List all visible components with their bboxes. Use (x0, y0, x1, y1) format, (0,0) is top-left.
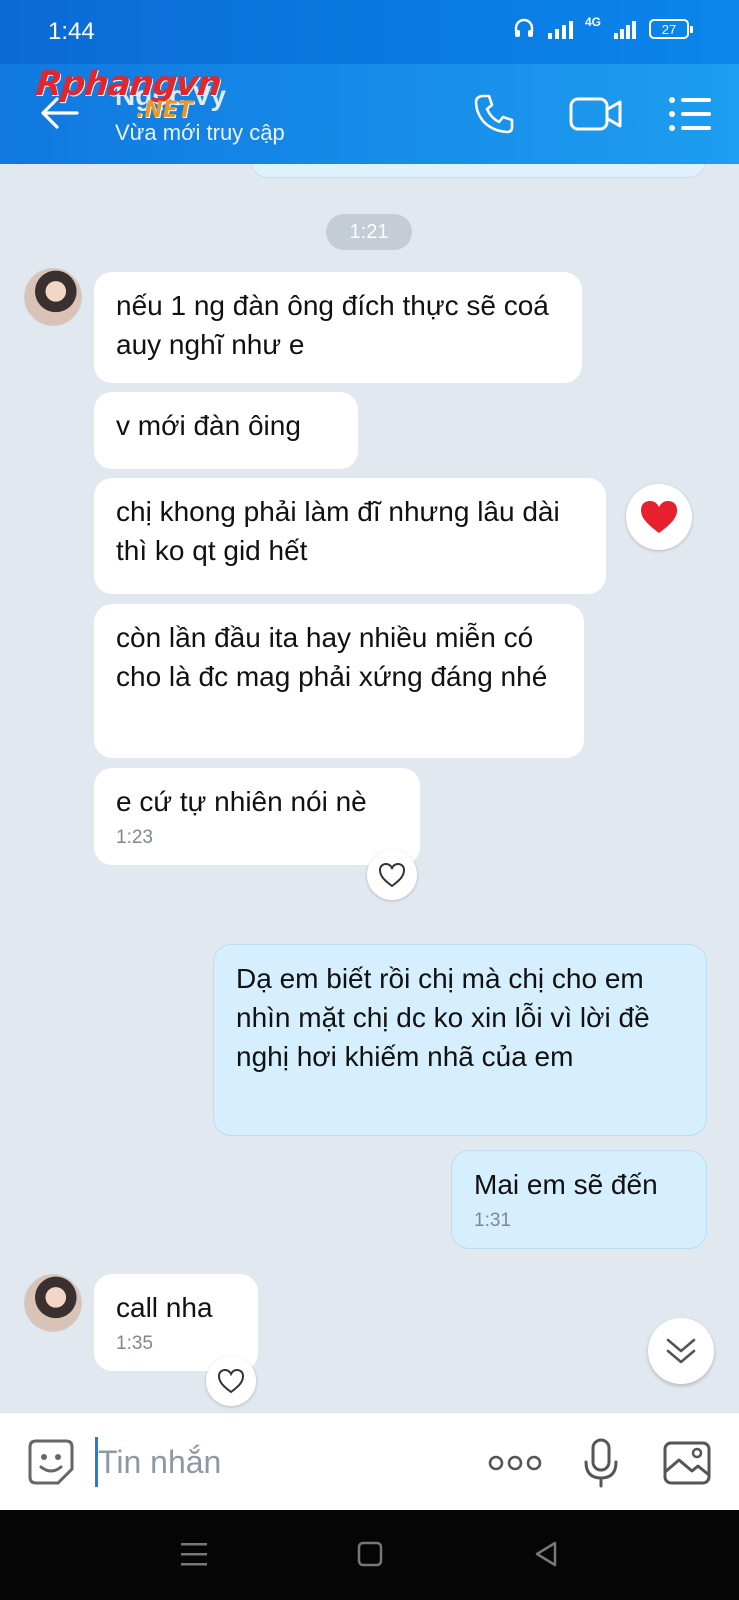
heart-icon (641, 501, 677, 533)
status-bar: 1:44 4G 27 (0, 0, 739, 64)
double-chevron-down-icon (666, 1338, 696, 1364)
signal-icon-2 (614, 21, 636, 39)
contact-status: Vừa mới truy cập (115, 120, 285, 145)
message-bubble[interactable]: Mai em sẽ đến 1:31 (451, 1150, 707, 1249)
microphone-icon (584, 1438, 618, 1488)
triangle-back-icon (535, 1541, 557, 1567)
message-input[interactable] (98, 1437, 458, 1487)
like-reaction-button[interactable] (367, 850, 417, 900)
watermark-logo: Rphangvn (33, 64, 223, 104)
message-text: e cứ tự nhiên nói nè (116, 786, 367, 817)
menu-icon (669, 97, 711, 131)
more-options-button[interactable] (488, 1437, 542, 1489)
message-bubble[interactable]: e cứ tự nhiên nói nè 1:23 (94, 768, 420, 865)
message-time: 1:31 (474, 1210, 511, 1231)
status-time: 1:44 (48, 18, 95, 45)
status-icons: 4G 27 (513, 15, 693, 40)
battery-level: 27 (661, 21, 677, 37)
recent-apps-button[interactable] (174, 1534, 214, 1574)
headset-icon (514, 18, 534, 37)
message-time: 1:23 (116, 827, 153, 848)
message-text: call nha (116, 1292, 213, 1323)
message-bubble[interactable]: Dạ em biết rồi chị mà chị cho em nhìn mặ… (213, 944, 707, 1136)
photo-button[interactable] (660, 1437, 714, 1489)
battery-icon: 27 (649, 19, 693, 39)
message-text: Dạ em biết rồi chị mà chị cho em nhìn mặ… (236, 963, 650, 1072)
heart-outline-icon (217, 1368, 245, 1394)
avatar[interactable] (24, 268, 82, 326)
video-call-icon (569, 97, 622, 131)
message-text: Mai em sẽ đến (474, 1169, 658, 1200)
voice-message-button[interactable] (574, 1437, 628, 1489)
menu-button[interactable] (664, 88, 716, 140)
message-bubble[interactable]: nếu 1 ng đàn ông đích thực sẽ coá auy ng… (94, 272, 582, 383)
signal-icon (547, 21, 573, 39)
chat-header: Ngọc Vy Vừa mới truy cập Rphangvn .NET (0, 64, 739, 164)
like-reaction-button[interactable] (206, 1356, 256, 1406)
call-button[interactable] (468, 88, 520, 140)
message-input-bar (0, 1412, 739, 1510)
watermark-suffix: .NET (136, 98, 193, 123)
avatar[interactable] (24, 1274, 82, 1332)
square-icon (357, 1541, 383, 1567)
system-nav-bar (0, 1510, 739, 1600)
emoji-button[interactable] (26, 1437, 76, 1487)
network-type: 4G (584, 15, 601, 29)
message-bubble[interactable]: chị khong phải làm đĩ nhưng lâu dài thì … (94, 478, 606, 594)
message-bubble[interactable]: v mới đàn ôing (94, 392, 358, 469)
video-call-button[interactable] (566, 88, 626, 140)
message-time: 1:35 (116, 1333, 153, 1354)
heart-outline-icon (378, 862, 406, 888)
back-nav-button[interactable] (526, 1534, 566, 1574)
image-icon (663, 1441, 711, 1485)
more-dots-icon (488, 1455, 542, 1471)
menu-lines-icon (181, 1543, 207, 1566)
heart-reaction[interactable] (626, 484, 692, 550)
message-text: chị khong phải làm đĩ nhưng lâu dài thì … (116, 496, 560, 566)
sticker-icon (28, 1439, 74, 1485)
message-text: còn lần đầu ita hay nhiều miễn có cho là… (116, 622, 548, 692)
message-text: nếu 1 ng đàn ông đích thực sẽ coá auy ng… (116, 290, 549, 360)
scroll-to-bottom-button[interactable] (648, 1318, 714, 1384)
message-text: v mới đàn ôing (116, 410, 301, 441)
chat-area[interactable]: 1:21 nếu 1 ng đàn ông đích thực sẽ coá a… (0, 164, 739, 1412)
home-button[interactable] (350, 1534, 390, 1574)
previous-message-bubble[interactable] (250, 164, 706, 178)
message-bubble[interactable]: còn lần đầu ita hay nhiều miễn có cho là… (94, 604, 584, 758)
time-divider: 1:21 (326, 214, 412, 250)
phone-icon (474, 94, 514, 134)
